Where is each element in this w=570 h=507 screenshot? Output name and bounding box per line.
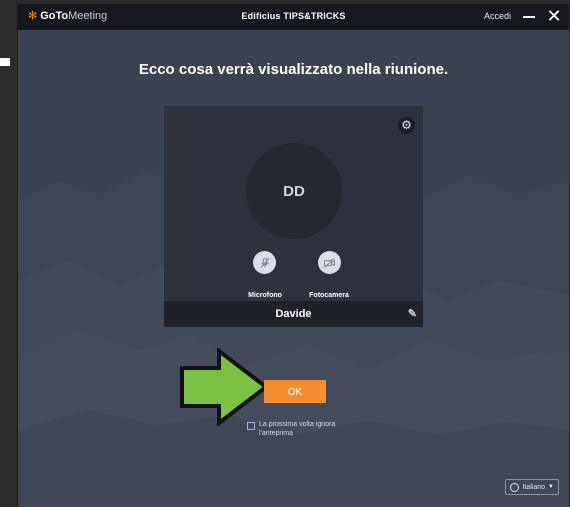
camera-label: Fotocamera: [309, 292, 349, 299]
close-button[interactable]: ✕: [545, 6, 563, 26]
gotomeeting-window: ✻ GoTo Meeting Edificius TIPS&TRICKS Acce…: [17, 4, 569, 507]
preview-heading: Ecco cosa verrà visualizzato nella riuni…: [138, 61, 449, 78]
participant-name-bar: Davide ✎: [164, 301, 423, 327]
pencil-icon[interactable]: ✎: [408, 301, 417, 327]
avatar: DD: [246, 143, 342, 239]
microphone-label: Microfono: [248, 292, 282, 299]
skip-preview-checkbox[interactable]: [247, 422, 255, 430]
camera-off-icon: [324, 257, 335, 268]
gear-icon[interactable]: ⚙: [398, 117, 415, 134]
participant-name: Davide: [275, 308, 312, 320]
microphone-muted-icon: [260, 257, 269, 268]
background-window-marker: [0, 58, 10, 66]
camera-toggle[interactable]: [318, 251, 341, 274]
language-select[interactable]: Italiano ▼: [505, 479, 559, 495]
minimize-button[interactable]: [521, 8, 537, 24]
sign-in-link[interactable]: Accedi: [484, 11, 511, 21]
globe-icon: [510, 482, 520, 492]
title-bar: ✻ GoTo Meeting Edificius TIPS&TRICKS Acce…: [18, 4, 569, 30]
microphone-toggle[interactable]: [253, 251, 276, 274]
green-arrow-annotation: [180, 348, 269, 426]
skip-preview-label: La prossima volta ignora l'anteprima: [259, 421, 336, 437]
chevron-down-icon: ▼: [548, 484, 554, 490]
preview-card: ⚙ DD Microfono Fotocamera Davide ✎: [164, 106, 423, 327]
language-value: Italiano: [522, 483, 546, 491]
ok-button[interactable]: OK: [264, 380, 326, 403]
